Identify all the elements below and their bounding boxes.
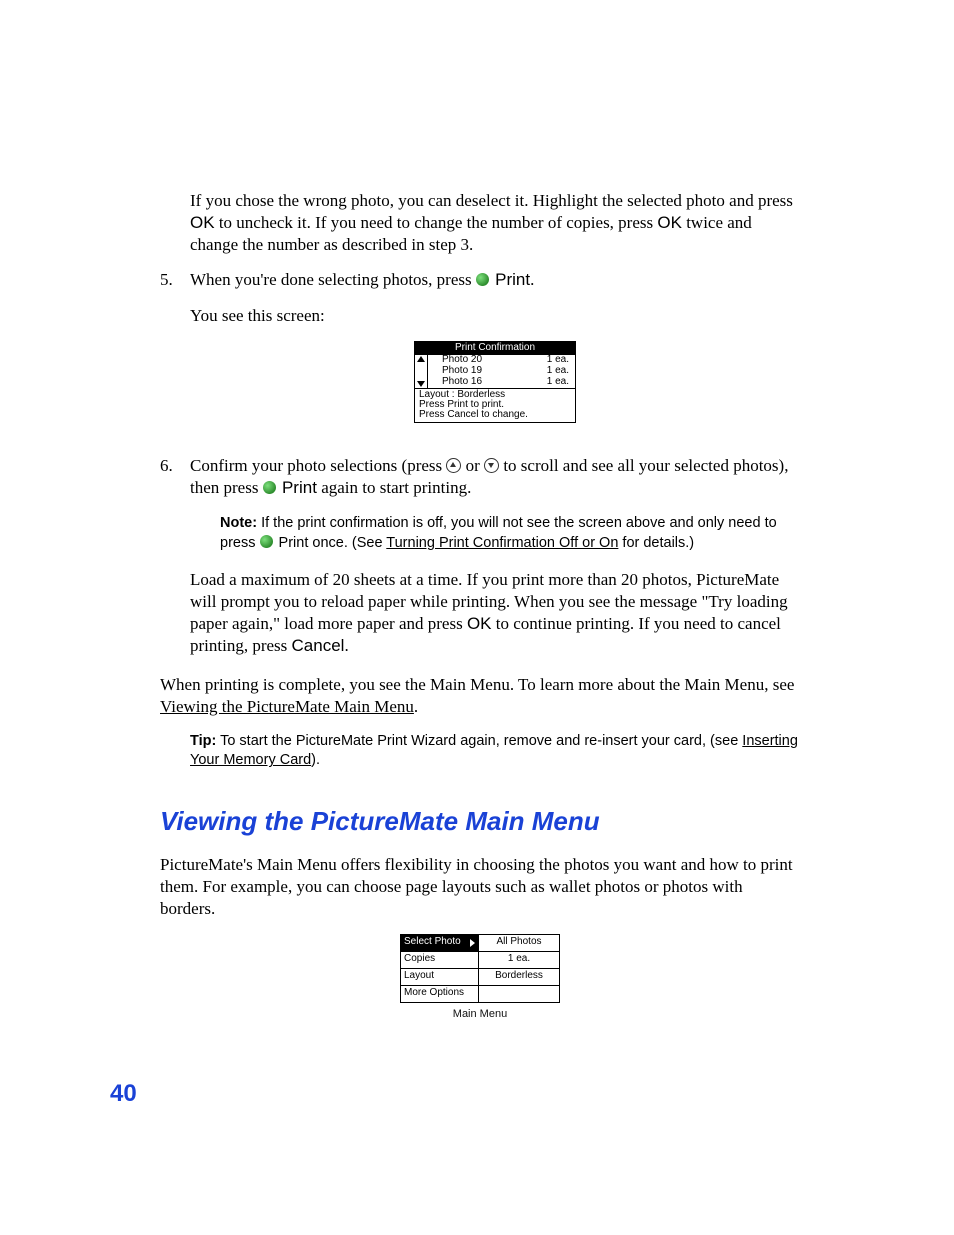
print-label: Print — [279, 535, 309, 551]
deselect-paragraph: If you chose the wrong photo, you can de… — [190, 190, 800, 255]
menu-row: Copies 1 ea. — [401, 951, 559, 968]
text: or — [461, 456, 484, 475]
step-5: 5. When you're done selecting photos, pr… — [160, 269, 800, 441]
lcd-title: Print Confirmation — [415, 342, 575, 355]
link-main-menu[interactable]: Viewing the PictureMate Main Menu — [160, 697, 414, 716]
print-button-icon — [263, 481, 276, 494]
print-label: Print — [282, 478, 317, 497]
step-subtext: You see this screen: — [190, 305, 800, 327]
heading-paragraph: PictureMate's Main Menu offers flexibili… — [160, 854, 800, 919]
menu-label: Copies — [404, 953, 435, 966]
menu-left: Layout — [401, 969, 479, 985]
print-confirmation-screen: Print Confirmation Photo 20 1 ea. Photo … — [414, 341, 576, 423]
lcd-caption: Main Menu — [400, 1007, 560, 1021]
menu-label: Layout — [404, 970, 434, 983]
menu-label: Select Photo — [404, 936, 461, 949]
note-block: Note: If the print confirmation is off, … — [220, 514, 800, 553]
print-button-icon — [260, 535, 273, 548]
section-heading: Viewing the PictureMate Main Menu — [160, 805, 800, 838]
ok-label: OK — [190, 213, 215, 232]
cancel-label: Cancel — [292, 636, 345, 655]
selected-arrow-icon — [470, 939, 475, 947]
step-6: 6. Confirm your photo selections (press … — [160, 455, 800, 671]
load-paper-paragraph: Load a maximum of 20 sheets at a time. I… — [190, 569, 800, 656]
photo-name: Photo 16 — [442, 377, 482, 388]
note-label: Note: — [220, 515, 257, 531]
up-button-icon — [446, 458, 461, 473]
ok-label: OK — [657, 213, 682, 232]
link-print-confirmation[interactable]: Turning Print Confirmation Off or On — [386, 535, 618, 551]
text: . — [530, 270, 534, 289]
lcd-scroll-arrows — [415, 355, 428, 388]
step-number: 5. — [160, 269, 190, 441]
text: To start the PictureMate Print Wizard ag… — [216, 733, 742, 749]
main-menu-screen: Select Photo All Photos Copies 1 ea. Lay… — [400, 934, 560, 1003]
text: If you chose the wrong photo, you can de… — [190, 191, 793, 210]
text: again to start printing. — [317, 478, 471, 497]
menu-label: More Options — [404, 987, 464, 1000]
printing-complete-paragraph: When printing is complete, you see the M… — [160, 674, 800, 718]
text: once. (See — [308, 535, 386, 551]
step-number: 6. — [160, 455, 190, 671]
text: to uncheck it. If you need to change the… — [215, 213, 658, 232]
menu-left: Copies — [401, 952, 479, 968]
text: for details.) — [618, 535, 694, 551]
step-text: Confirm your photo selections (press or … — [190, 455, 800, 499]
text: . — [414, 697, 418, 716]
menu-left-selected: Select Photo — [401, 935, 479, 951]
menu-value: 1 ea. — [479, 953, 559, 966]
print-button-icon — [476, 273, 489, 286]
arrow-down-icon — [417, 381, 425, 387]
menu-value: All Photos — [479, 936, 559, 949]
photo-qty: 1 ea. — [547, 377, 569, 388]
text: When printing is complete, you see the M… — [160, 675, 794, 694]
lcd-row: Photo 16 1 ea. — [428, 377, 575, 388]
text: ). — [311, 752, 320, 768]
down-button-icon — [484, 458, 499, 473]
text: . — [344, 636, 348, 655]
page-number: 40 — [110, 1080, 137, 1108]
tip-label: Tip: — [190, 733, 216, 749]
text: Confirm your photo selections (press — [190, 456, 446, 475]
lcd-footer-line: Press Cancel to change. — [419, 410, 571, 420]
menu-row: More Options — [401, 985, 559, 1002]
ok-label: OK — [467, 614, 492, 633]
lcd-footer: Layout : Borderless Press Print to print… — [415, 388, 575, 422]
tip-block: Tip: To start the PictureMate Print Wiza… — [190, 732, 800, 771]
menu-value: Borderless — [479, 970, 559, 983]
menu-row: Select Photo All Photos — [401, 935, 559, 951]
text: When you're done selecting photos, press — [190, 270, 476, 289]
arrow-up-icon — [417, 356, 425, 362]
menu-row: Layout Borderless — [401, 968, 559, 985]
menu-left: More Options — [401, 986, 479, 1002]
step-text: When you're done selecting photos, press… — [190, 269, 800, 291]
print-label: Print — [495, 270, 530, 289]
